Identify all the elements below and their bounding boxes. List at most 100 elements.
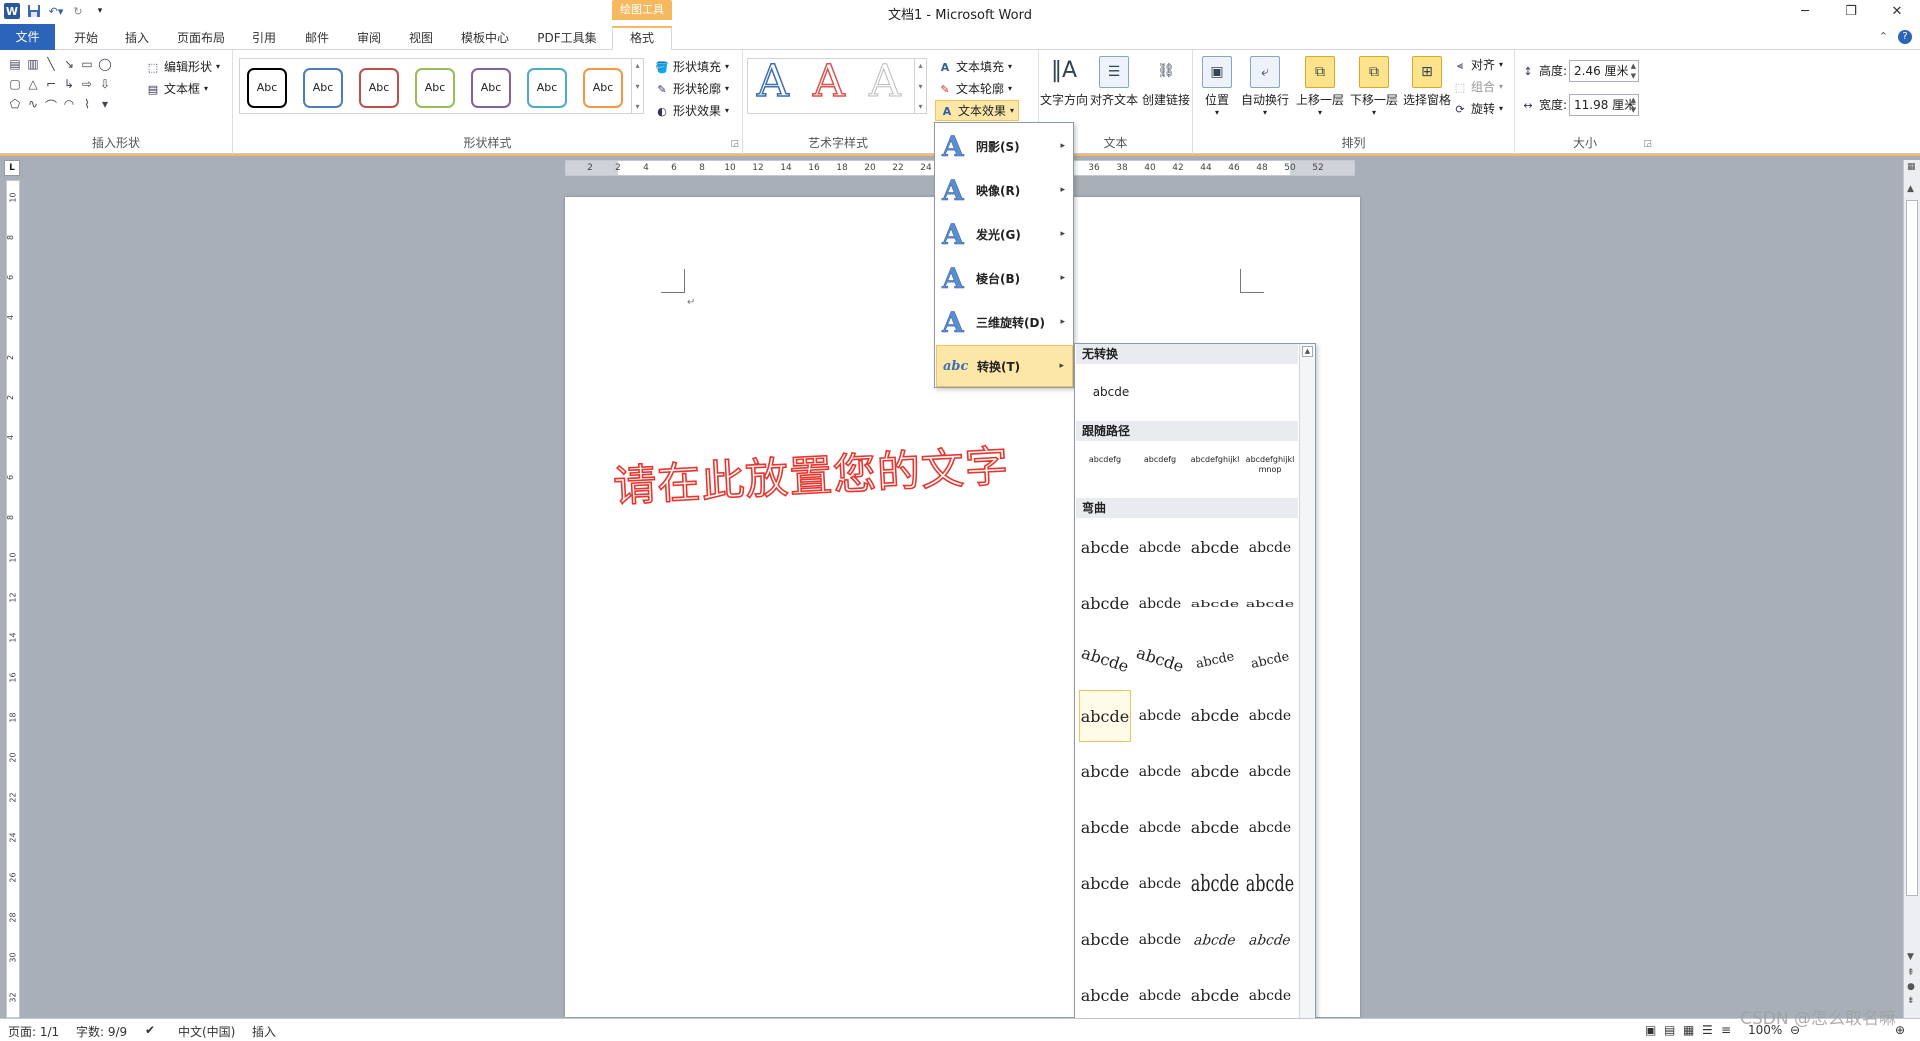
transform-warp-option[interactable]: abcde — [1244, 970, 1296, 1022]
transform-warp-option[interactable]: abcde — [1134, 802, 1186, 854]
shape-style-swatch[interactable]: Abc — [583, 68, 623, 108]
dialog-launcher-icon[interactable]: ◲ — [730, 139, 739, 149]
elbow-connector-icon[interactable]: ⌐ — [42, 77, 60, 97]
transform-warp-option[interactable]: abcde — [1189, 970, 1241, 1022]
transform-warp-option[interactable]: abcde — [1075, 627, 1138, 693]
shape-outline-button[interactable]: ✎ 形状轮廓 ▾ — [655, 80, 729, 97]
transform-warp-option[interactable]: abcde — [1134, 690, 1186, 742]
dialog-launcher-icon[interactable]: ◲ — [1643, 139, 1652, 149]
shape-style-swatch[interactable]: Abc — [303, 68, 343, 108]
transform-warp-option[interactable]: abcde — [1079, 578, 1131, 630]
language[interactable]: 中文(中国) — [178, 1023, 235, 1040]
right-arrow-shape-icon[interactable]: ⇨ — [78, 77, 96, 97]
curve-shape-icon[interactable]: ⌒ — [42, 97, 60, 117]
rectangle-shape-icon[interactable]: ▭ — [78, 57, 96, 77]
transform-warp-option[interactable]: abcde — [1186, 918, 1245, 962]
brace-shape-icon[interactable]: ⌇ — [78, 97, 96, 117]
transform-warp-option[interactable]: abcde — [1134, 578, 1186, 630]
next-page-icon[interactable]: ⇟ — [1907, 996, 1915, 1006]
menu-item-transform[interactable]: abc 转换(T) ▸ — [936, 345, 1073, 387]
shape-fill-button[interactable]: 🪣 形状填充 ▾ — [655, 58, 729, 75]
width-input[interactable]: 11.98 厘米 ▲ ▼ — [1569, 94, 1639, 116]
transform-warp-option[interactable]: abcde — [1244, 588, 1296, 619]
gallery-scrollbar[interactable]: ▲ ▼ — [1299, 344, 1315, 1034]
transform-warp-option[interactable]: abcde — [1244, 690, 1296, 742]
transform-follow-path-option[interactable]: abcdefg — [1079, 443, 1131, 495]
view-outline-icon[interactable]: ☰ — [1702, 1023, 1713, 1037]
transform-warp-option[interactable]: abcde — [1079, 858, 1131, 910]
arc-shape-icon[interactable]: ◠ — [60, 97, 78, 117]
transform-warp-option[interactable]: abcde — [1244, 848, 1296, 921]
textbox-shape-icon[interactable]: ▤ — [6, 57, 24, 77]
close-button[interactable]: ✕ — [1874, 0, 1920, 24]
wordart-style-grey-outline[interactable]: A — [869, 59, 902, 104]
tab-references[interactable]: 引用 — [246, 28, 282, 50]
transform-warp-option[interactable]: abcde — [1079, 522, 1131, 574]
text-box-button[interactable]: ▤ 文本框 ▾ — [146, 80, 208, 97]
tab-template-center[interactable]: 模板中心 — [454, 28, 516, 50]
tab-view[interactable]: 视图 — [403, 28, 439, 50]
tab-file[interactable]: 文件 — [0, 24, 55, 50]
text-direction-button[interactable]: ‖A 文字方向 — [1039, 56, 1089, 108]
transform-warp-option[interactable]: abcde — [1134, 914, 1186, 966]
page-count[interactable]: 页面: 1/1 — [8, 1023, 59, 1040]
tab-format[interactable]: 格式 — [612, 26, 672, 51]
oval-shape-icon[interactable]: ◯ — [96, 57, 114, 77]
edit-shape-button[interactable]: ⬚ 编辑形状 ▾ — [146, 58, 220, 75]
transform-warp-option[interactable]: abcde — [1245, 635, 1294, 684]
menu-item-glow[interactable]: A 发光(G) ▸ — [936, 213, 1073, 255]
vertical-ruler[interactable]: 10 8 6 4 2 2 4 6 8 10 12 14 16 18 20 22 24 26 28 30 32 — [6, 180, 20, 1018]
minimize-button[interactable]: ─ — [1782, 0, 1828, 24]
transform-warp-option[interactable]: abcde — [1134, 970, 1186, 1022]
previous-page-icon[interactable]: ⇞ — [1907, 968, 1915, 978]
transform-warp-option[interactable]: abcde — [1079, 914, 1131, 966]
create-link-button[interactable]: ⛓ 创建链接 — [1139, 56, 1193, 108]
vertical-scrollbar[interactable]: ▦ ▲ ▼ ⇞ ● ⇟ — [1903, 160, 1920, 1018]
transform-warp-option[interactable]: abcde — [1190, 635, 1239, 684]
tab-home[interactable]: 开始 — [68, 28, 104, 50]
send-backward-button[interactable]: ⧉ 下移一层 ▾ — [1347, 56, 1401, 117]
triangle-shape-icon[interactable]: △ — [24, 77, 42, 97]
word-count[interactable]: 字数: 9/9 — [76, 1023, 127, 1040]
group-objects-button[interactable]: ⬚ 组合 ▾ — [1453, 78, 1503, 95]
shape-style-swatch[interactable]: Abc — [415, 68, 455, 108]
selection-pane-button[interactable]: ⊞ 选择窗格 — [1399, 56, 1455, 108]
transform-warp-option[interactable]: abcde — [1079, 970, 1131, 1022]
transform-follow-path-option[interactable]: abcdefghijkl — [1189, 443, 1241, 495]
rounded-rect-shape-icon[interactable]: ▢ — [6, 77, 24, 97]
gallery-scroll-up-icon[interactable]: ▲ — [1302, 346, 1313, 357]
menu-item-bevel[interactable]: A 棱台(B) ▸ — [936, 257, 1073, 299]
transform-warp-option[interactable]: abcde — [1079, 746, 1131, 798]
transform-warp-option[interactable]: abcde — [1134, 746, 1186, 798]
transform-warp-option[interactable]: abcde — [1244, 746, 1296, 798]
elbow-arrow-icon[interactable]: ↳ — [60, 77, 78, 97]
height-input[interactable]: 2.46 厘米 ▲ ▼ — [1569, 60, 1639, 82]
text-fill-button[interactable]: A 文本填充 ▾ — [938, 58, 1012, 75]
transform-warp-option[interactable]: abcde — [1079, 802, 1131, 854]
tab-mailings[interactable]: 邮件 — [299, 28, 335, 50]
transform-warp-option[interactable]: abcde — [1134, 522, 1186, 574]
shape-style-swatch[interactable]: Abc — [471, 68, 511, 108]
vertical-textbox-shape-icon[interactable]: ▥ — [24, 57, 42, 77]
transform-warp-option[interactable]: abcde — [1244, 522, 1296, 574]
transform-warp-option[interactable]: abcde — [1134, 858, 1186, 910]
browse-object-icon[interactable]: ● — [1907, 982, 1915, 992]
transform-warp-option[interactable]: abcde — [1189, 588, 1241, 619]
shape-style-swatch[interactable]: Abc — [359, 68, 399, 108]
text-effects-button[interactable]: A 文本效果 ▾ — [935, 100, 1020, 121]
view-print-layout-icon[interactable]: ▣ — [1645, 1023, 1656, 1037]
shape-style-swatch[interactable]: Abc — [527, 68, 567, 108]
proofing-icon[interactable]: ✔ — [145, 1023, 155, 1037]
shape-style-swatch[interactable]: Abc — [247, 68, 287, 108]
zoom-in-icon[interactable]: ⊕ — [1895, 1023, 1905, 1037]
ruler-toggle-icon[interactable]: ▦ — [1907, 162, 1916, 172]
freeform-shape-icon[interactable]: ⬠ — [6, 97, 24, 117]
transform-follow-path-option[interactable]: abcdefg — [1134, 443, 1186, 495]
transform-warp-option[interactable]: abcde — [1189, 690, 1241, 742]
wordart-style-blue-outline[interactable]: A — [756, 59, 789, 105]
width-spinner[interactable]: ▲ ▼ — [1631, 95, 1636, 115]
more-shapes-icon[interactable]: ▾ — [96, 97, 114, 117]
transform-warp-option[interactable]: abcde — [1189, 848, 1241, 921]
menu-item-shadow[interactable]: A 阴影(S) ▸ — [936, 125, 1073, 167]
arrow-line-shape-icon[interactable]: ↘ — [60, 57, 78, 77]
